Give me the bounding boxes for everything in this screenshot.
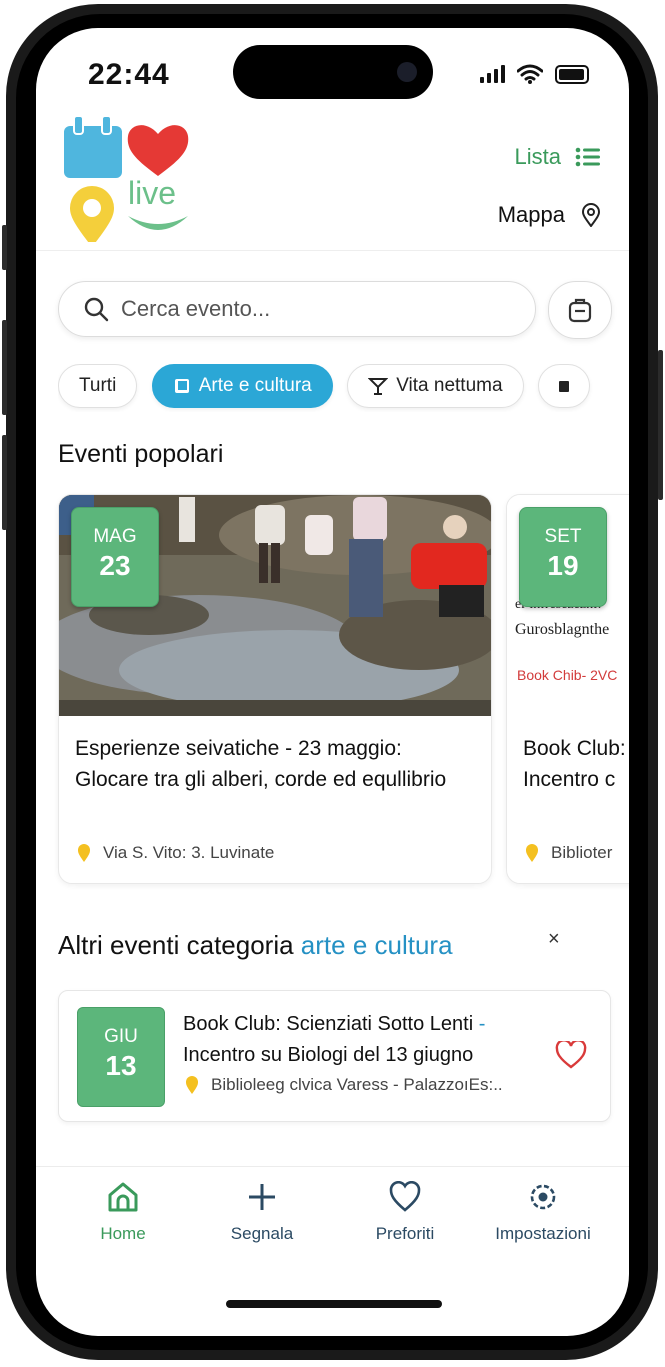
category-section-title: Altri eventi categoria arte e cultura [58,930,453,961]
date-day: 13 [105,1050,137,1081]
location-pin-icon [526,844,538,862]
list-item[interactable]: GIU 13 Book Club: Scienziati Sotto Lenti… [58,990,611,1122]
power-button [658,350,663,500]
category-title-prefix: Altri eventi categoria [58,930,294,960]
nav-mappa-label: Mappa [497,202,565,227]
tab-label: Impostazioni [495,1224,591,1243]
app-header: live Lista Mappa [36,100,629,251]
chip-label: Vita nettuma [396,375,503,396]
list-icon [575,147,600,167]
search-icon [84,297,109,322]
event-location: Biblioleeg clvica Varess - PalazzoıEs:.. [185,1075,503,1095]
popular-events-title: Eventi popolari [58,440,224,468]
book-icon [174,379,189,393]
event-location: Via S. Vito: 3. Luvinate [77,843,274,863]
settings-icon [530,1184,556,1210]
date-badge: MAG 23 [71,507,159,607]
event-card[interactable]: MAG 23 Esperienze seivatiche - 23 maggio… [58,494,492,884]
date-day: 23 [99,550,131,581]
tab-label: Preforiti [375,1224,435,1243]
signal-icon [480,65,505,83]
category-chips: Turti Arte e cultura Vita nettuma [58,364,629,412]
chip-more[interactable] [537,364,590,408]
volume-down-button [2,435,7,530]
svg-text:live: live [128,175,176,211]
battery-icon [555,64,589,84]
nav-mappa-button[interactable]: Mappa [498,202,601,228]
chip-tutti[interactable]: Turti [58,364,138,408]
event-location: Biblioter [525,843,612,863]
search-input[interactable]: Cerca evento... [121,296,270,322]
event-title-dash: - [478,1013,486,1035]
tab-label: Home [100,1224,146,1243]
map-pin-icon [581,203,601,227]
tab-home[interactable]: Home [88,1181,158,1244]
chip-label: Turti [79,375,117,396]
status-icons [480,64,589,84]
tab-label: Segnala [230,1224,294,1243]
date-month: SET [544,526,582,547]
search-bar[interactable]: Cerca evento... [58,281,536,337]
more-icon [558,381,569,392]
category-title-name[interactable]: arte e cultura [301,930,453,960]
filter-button[interactable] [548,281,612,339]
app-screen: 22:44 live Lista Mappa Cerca evento... T… [36,28,629,1336]
heart-icon [389,1180,421,1212]
event-location-text: Biblioleeg clvica Varess - PalazzoıEs:.. [211,1075,503,1094]
event-title-line1: Book Club: Scienziati Sotto Lenti [183,1013,474,1035]
tab-segnala[interactable]: Segnala [222,1181,302,1244]
event-location-text: Via S. Vito: 3. Luvinate [103,843,275,862]
date-month: MAG [93,526,137,547]
bottom-tab-bar: Home Segnala Preforiti Impostazioni [36,1166,629,1267]
home-indicator [226,1300,442,1308]
nav-lista-button[interactable]: Lista [515,144,601,170]
event-title: Book Club: Scienziati Sotto Lenti - Ince… [183,1009,555,1071]
silent-switch [2,225,7,270]
event-card[interactable]: er infresezeznf. Gurosblagnthe Book Chib… [506,494,629,884]
location-pin-icon [186,1076,198,1094]
favorite-heart-icon[interactable] [555,1041,587,1069]
home-icon [108,1182,138,1212]
briefcase-icon [568,298,592,323]
volume-up-button [2,320,7,415]
location-pin-icon [78,844,90,862]
dynamic-island [233,45,433,99]
chip-label: Arte e cultura [198,375,312,396]
event-location-text: Biblioter [551,843,613,862]
date-badge: GIU 13 [77,1007,165,1107]
event-title: Book Club: Incentro c [523,737,626,791]
close-icon[interactable]: × [548,928,560,951]
date-month: GIU [104,1026,138,1047]
chip-arte-e-cultura[interactable]: Arte e cultura [151,364,333,408]
image-text: Gurosblagnthe [515,621,610,638]
event-title-line2: Incentro su Biologi del 13 giugno [183,1044,474,1066]
app-logo[interactable]: live [64,112,194,242]
plus-icon [249,1184,275,1210]
date-badge: SET 19 [519,507,607,607]
wifi-icon [517,64,543,84]
image-text: Book Chib- 2VC [517,667,618,683]
tab-preferiti[interactable]: Preforiti [362,1180,448,1244]
status-time: 22:44 [88,58,170,91]
nav-lista-label: Lista [514,144,561,169]
chip-vita-notturna[interactable]: Vita nettuma [347,364,524,408]
tab-impostazioni[interactable]: Impostazioni [484,1181,602,1244]
event-title: Esperienze seivatiche - 23 maggio: Gloca… [75,737,447,791]
date-day: 19 [547,550,579,581]
cocktail-icon [368,378,389,395]
